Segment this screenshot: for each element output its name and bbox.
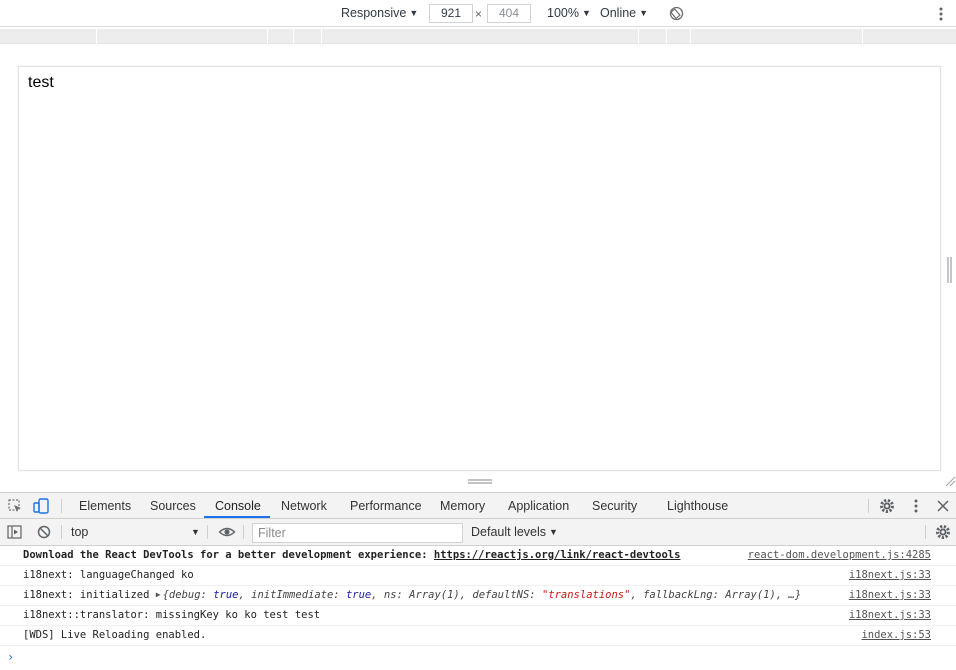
console-settings-gear-icon[interactable] <box>934 523 952 541</box>
console-toolbar: top ▼ Filter Default levels ▼ <box>0 519 956 546</box>
chevron-down-icon: ▼ <box>581 8 591 18</box>
zoom-label: 100% <box>547 6 579 20</box>
device-select[interactable]: Responsive ▼ <box>341 0 418 27</box>
message-source-link[interactable]: react-dom.development.js:4285 <box>748 549 931 561</box>
device-viewport-area: test <box>0 45 956 492</box>
log-levels-label: Default levels <box>471 525 547 539</box>
message-source-link[interactable]: i18next.js:33 <box>849 589 931 601</box>
chevron-down-icon: ▼ <box>639 8 649 18</box>
page-text: test <box>28 74 54 91</box>
chevron-down-icon: ▼ <box>549 527 558 537</box>
console-prompt-icon[interactable]: › <box>7 650 14 664</box>
media-query-divider <box>638 29 639 44</box>
message-text: i18next: languageChanged ko <box>23 569 194 581</box>
throttle-label: Online <box>600 6 637 20</box>
media-query-divider <box>666 29 667 44</box>
toolbar-divider <box>207 525 208 539</box>
devtools-link[interactable]: https://reactjs.org/link/react-devtools <box>434 549 681 561</box>
chevron-down-icon[interactable]: ▼ <box>191 519 200 546</box>
media-query-divider <box>293 29 294 44</box>
console-message: [WDS] Live Reloading enabled. index.js:5… <box>0 626 956 646</box>
resize-handle-corner[interactable] <box>944 475 956 487</box>
width-input[interactable]: 921 <box>429 4 473 23</box>
tab-memory[interactable]: Memory <box>438 493 487 519</box>
eye-icon[interactable] <box>218 523 236 541</box>
media-query-divider <box>267 29 268 44</box>
throttle-select[interactable]: Online ▼ <box>600 0 648 27</box>
tab-application[interactable]: Application <box>506 493 571 519</box>
page-viewport: test <box>18 66 941 471</box>
expand-triangle-icon[interactable]: ▶ <box>156 590 161 599</box>
console-message: i18next: languageChanged ko i18next.js:3… <box>0 566 956 586</box>
media-query-bar[interactable] <box>0 29 956 44</box>
message-source-link[interactable]: i18next.js:33 <box>849 569 931 581</box>
toolbar-divider <box>925 525 926 539</box>
sidebar-toggle-icon[interactable] <box>6 523 24 541</box>
active-tab-indicator <box>204 516 270 518</box>
toolbar-divider <box>868 499 869 513</box>
tab-performance[interactable]: Performance <box>348 493 424 519</box>
device-toolbar: Responsive ▼ 921 × 404 100% ▼ Online ▼ <box>0 0 956 27</box>
inspect-element-icon[interactable] <box>6 497 24 515</box>
height-input[interactable]: 404 <box>487 4 531 23</box>
context-select[interactable]: top <box>71 519 88 546</box>
message-source-link[interactable]: index.js:53 <box>861 629 931 641</box>
settings-gear-icon[interactable] <box>878 497 896 515</box>
tab-lighthouse[interactable]: Lighthouse <box>665 493 730 519</box>
message-source-link[interactable]: i18next.js:33 <box>849 609 931 621</box>
message-text: [WDS] Live Reloading enabled. <box>23 629 207 641</box>
device-label: Responsive <box>341 6 407 20</box>
resize-handle-bottom[interactable] <box>467 478 493 486</box>
zoom-select[interactable]: 100% ▼ <box>547 0 591 27</box>
more-options-icon[interactable] <box>936 6 946 22</box>
console-message: i18next: initialized ▶ {debug: true, init… <box>0 586 956 606</box>
close-icon[interactable] <box>934 497 952 515</box>
object-preview[interactable]: ▶ {debug: true, initImmediate: true, ns: … <box>156 589 801 601</box>
devtools-tab-bar: Elements Sources Console Network Perform… <box>0 492 956 519</box>
console-message: Download the React DevTools for a better… <box>0 546 956 566</box>
tab-sources[interactable]: Sources <box>148 493 198 519</box>
media-query-divider <box>690 29 691 44</box>
console-output: Download the React DevTools for a better… <box>0 546 956 670</box>
message-text: i18next::translator: missingKey ko ko te… <box>23 609 321 621</box>
toolbar-divider <box>243 525 244 539</box>
toolbar-divider <box>61 499 62 513</box>
console-message: i18next::translator: missingKey ko ko te… <box>0 606 956 626</box>
tab-security[interactable]: Security <box>590 493 639 519</box>
dimension-separator: × <box>475 7 483 21</box>
log-levels-select[interactable]: Default levels ▼ <box>471 519 558 546</box>
toolbar-divider <box>61 525 62 539</box>
device-toggle-icon[interactable] <box>32 497 50 515</box>
tab-network[interactable]: Network <box>279 493 329 519</box>
tab-elements[interactable]: Elements <box>77 493 133 519</box>
resize-handle-right[interactable] <box>946 256 952 284</box>
message-text: Download the React DevTools for a better… <box>23 549 434 561</box>
message-text: i18next: initialized <box>23 589 156 601</box>
media-query-divider <box>862 29 863 44</box>
media-query-divider <box>96 29 97 44</box>
media-query-divider <box>321 29 322 44</box>
more-options-icon[interactable] <box>907 497 925 515</box>
filter-input[interactable]: Filter <box>252 523 463 543</box>
clear-console-icon[interactable] <box>35 523 53 541</box>
rotate-icon[interactable] <box>669 6 684 21</box>
chevron-down-icon: ▼ <box>409 8 419 18</box>
